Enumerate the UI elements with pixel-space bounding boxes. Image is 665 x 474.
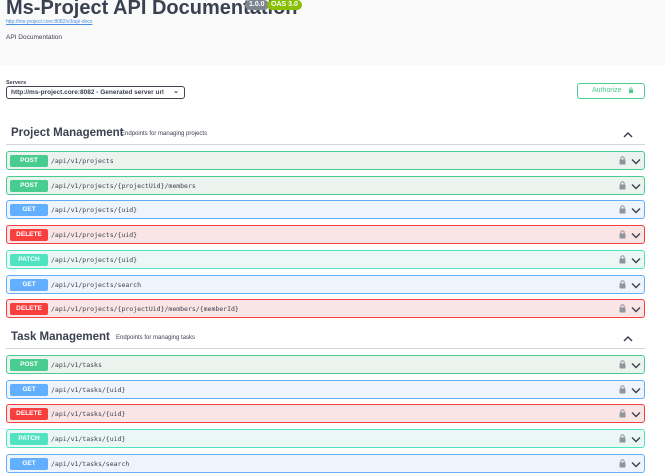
- api-description: API Documentation: [6, 34, 63, 41]
- api-docs-link[interactable]: http://ms-project.core:8082/v3/api-docs: [6, 19, 92, 25]
- lock-icon[interactable]: [619, 385, 626, 394]
- chevron-down-icon[interactable]: [631, 306, 641, 313]
- operation-row[interactable]: GET/api/v1/tasks/{uid}: [6, 380, 645, 399]
- method-badge: POST: [10, 359, 48, 371]
- method-badge: GET: [10, 204, 48, 216]
- lock-icon[interactable]: [619, 255, 626, 264]
- server-select[interactable]: http://ms-project.core:8082 - Generated …: [6, 86, 185, 99]
- lock-icon[interactable]: [619, 181, 626, 190]
- operation-path: /api/v1/tasks/{uid}: [51, 410, 126, 418]
- lock-icon[interactable]: [619, 156, 626, 165]
- method-badge: DELETE: [10, 408, 48, 420]
- method-badge: GET: [10, 458, 48, 470]
- chevron-down-icon[interactable]: [631, 207, 641, 214]
- operation-row[interactable]: DELETE/api/v1/tasks/{uid}: [6, 404, 645, 423]
- chevron-up-icon[interactable]: [622, 331, 634, 342]
- operation-path: /api/v1/projects/{uid}: [51, 231, 138, 239]
- chevron-down-icon[interactable]: [631, 232, 641, 239]
- lock-icon[interactable]: [619, 280, 626, 289]
- method-badge: DELETE: [10, 229, 48, 241]
- chevron-down-icon[interactable]: [631, 387, 641, 394]
- chevron-down-icon[interactable]: [631, 436, 641, 443]
- chevron-down-icon[interactable]: [631, 362, 641, 369]
- chevron-up-icon[interactable]: [622, 127, 634, 138]
- lock-icon[interactable]: [619, 360, 626, 369]
- oas-badge: OAS 3.0: [267, 0, 302, 10]
- tag-description: Endpoints for managing projects: [121, 131, 208, 137]
- method-badge: PATCH: [10, 254, 48, 266]
- operation-row[interactable]: POST/api/v1/projects/{projectUid}/member…: [6, 176, 645, 195]
- operation-row[interactable]: POST/api/v1/projects: [6, 151, 645, 170]
- operation-path: /api/v1/tasks: [51, 361, 102, 369]
- operation-row[interactable]: GET/api/v1/tasks/search: [6, 454, 645, 473]
- chevron-down-icon[interactable]: [631, 461, 641, 468]
- method-badge: GET: [10, 384, 48, 396]
- chevron-down-icon[interactable]: [631, 183, 641, 190]
- tag-name: Project Management: [11, 127, 124, 139]
- tag-header[interactable]: Task Management Endpoints for managing ta…: [6, 327, 645, 349]
- method-badge: POST: [10, 155, 48, 167]
- tag-header[interactable]: Project Management Endpoints for managing…: [6, 123, 645, 145]
- operation-path: /api/v1/projects/{projectUid}/members: [51, 182, 196, 190]
- operation-row[interactable]: PATCH/api/v1/tasks/{uid}: [6, 429, 645, 448]
- operation-row[interactable]: POST/api/v1/tasks: [6, 355, 645, 374]
- lock-icon[interactable]: [619, 409, 626, 418]
- method-badge: DELETE: [10, 303, 48, 315]
- api-info-section: Ms-Project API Documentation 1.0.0 OAS 3…: [0, 0, 665, 65]
- chevron-down-icon: ⌄: [173, 88, 179, 95]
- operation-row[interactable]: GET/api/v1/projects/{uid}: [6, 200, 645, 219]
- operation-path: /api/v1/projects/{uid}: [51, 206, 138, 214]
- servers-section: Servers http://ms-project.core:8082 - Ge…: [0, 65, 665, 110]
- lock-icon[interactable]: [619, 459, 626, 468]
- lock-icon[interactable]: [619, 205, 626, 214]
- method-badge: PATCH: [10, 433, 48, 445]
- chevron-down-icon[interactable]: [631, 282, 641, 289]
- chevron-down-icon[interactable]: [631, 411, 641, 418]
- chevron-down-icon[interactable]: [631, 257, 641, 264]
- lock-icon: [629, 87, 633, 93]
- operation-path: /api/v1/projects: [51, 157, 114, 165]
- operation-row[interactable]: PATCH/api/v1/projects/{uid}: [6, 250, 645, 269]
- operation-path: /api/v1/projects/{projectUid}/members/{m…: [51, 305, 239, 313]
- lock-icon[interactable]: [619, 304, 626, 313]
- chevron-down-icon[interactable]: [631, 158, 641, 165]
- method-badge: POST: [10, 180, 48, 192]
- lock-icon[interactable]: [619, 434, 626, 443]
- tag-name: Task Management: [11, 331, 110, 343]
- authorize-button[interactable]: Authorize: [577, 83, 645, 99]
- tag-description: Endpoints for managing tasks: [116, 335, 196, 341]
- method-badge: GET: [10, 279, 48, 291]
- operation-path: /api/v1/projects/{uid}: [51, 256, 138, 264]
- authorize-label: Authorize: [592, 87, 622, 94]
- lock-icon[interactable]: [619, 230, 626, 239]
- operation-path: /api/v1/tasks/{uid}: [51, 435, 126, 443]
- server-select-value: http://ms-project.core:8082 - Generated …: [11, 89, 164, 96]
- operation-row[interactable]: GET/api/v1/projects/search: [6, 275, 645, 294]
- version-badge: 1.0.0: [245, 0, 269, 10]
- operation-path: /api/v1/projects/search: [51, 281, 142, 289]
- operation-path: /api/v1/tasks/{uid}: [51, 386, 126, 394]
- operation-path: /api/v1/tasks/search: [51, 460, 130, 468]
- operation-row[interactable]: DELETE/api/v1/projects/{uid}: [6, 225, 645, 244]
- operation-row[interactable]: DELETE/api/v1/projects/{projectUid}/memb…: [6, 299, 645, 318]
